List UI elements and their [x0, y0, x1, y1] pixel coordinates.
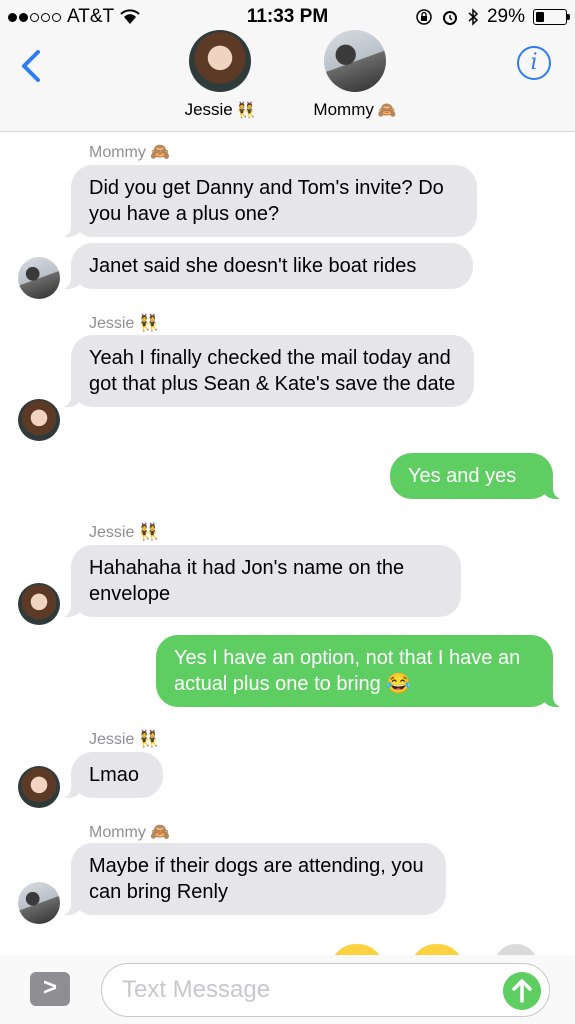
status-right: 29% [415, 6, 570, 28]
rotation-lock-icon [416, 9, 432, 25]
message-bubble-outgoing[interactable]: Yes and yes [390, 453, 565, 499]
info-button[interactable]: i [517, 46, 551, 80]
avatar [189, 30, 251, 92]
message-bubble-incoming[interactable]: Hahahaha it had Jon's name on the envelo… [59, 545, 461, 617]
bluetooth-icon [468, 8, 479, 26]
sender-label: Jessie 👯 [89, 315, 159, 332]
battery-icon [533, 9, 570, 25]
avatar [18, 399, 60, 441]
send-arrow-icon[interactable] [503, 972, 541, 1010]
message-input-placeholder: Text Message [122, 976, 271, 1003]
contact-name: Jessie [184, 100, 233, 119]
contact-mommy[interactable]: Mommy 🙈 [300, 30, 410, 120]
message-bubble-incoming[interactable]: Maybe if their dogs are attending, you c… [59, 843, 446, 915]
contact-name: Mommy [313, 100, 374, 119]
message-bubble-outgoing[interactable]: Yes I have an option, not that I have an… [156, 635, 565, 707]
sender-label: Jessie 👯 [89, 731, 159, 748]
battery-percent: 29% [486, 6, 525, 27]
expand-apps-button[interactable]: > [30, 972, 70, 1006]
sender-label: Jessie 👯 [89, 524, 159, 541]
contact-jessie[interactable]: Jessie 👯 [175, 30, 265, 120]
sender-label: Mommy 🙈 [89, 824, 171, 841]
message-bubble-incoming[interactable]: Lmao [59, 752, 163, 798]
dancers-emoji-icon: 👯 [236, 102, 256, 119]
status-bar: AT&T 11:33 PM 29% [0, 0, 575, 34]
avatar [18, 766, 60, 808]
conversation-header: AT&T 11:33 PM 29% Jessie 👯 Mommy 🙈 i [0, 0, 575, 132]
composer-bar: > Text Message [0, 955, 575, 1024]
message-bubble-incoming[interactable]: Janet said she doesn't like boat rides [59, 243, 473, 289]
see-no-evil-monkey-emoji-icon: 🙈 [377, 102, 397, 119]
message-input[interactable]: Text Message [101, 963, 550, 1017]
message-bubble-incoming[interactable]: Did you get Danny and Tom's invite? Do y… [59, 165, 477, 237]
alarm-icon [442, 11, 457, 25]
sender-label: Mommy 🙈 [89, 144, 171, 161]
avatar [18, 583, 60, 625]
message-bubble-incoming[interactable]: Yeah I finally checked the mail today an… [59, 335, 474, 407]
avatar [18, 882, 60, 924]
back-chevron-icon[interactable] [14, 46, 50, 86]
avatar [324, 30, 386, 92]
avatar [18, 257, 60, 299]
